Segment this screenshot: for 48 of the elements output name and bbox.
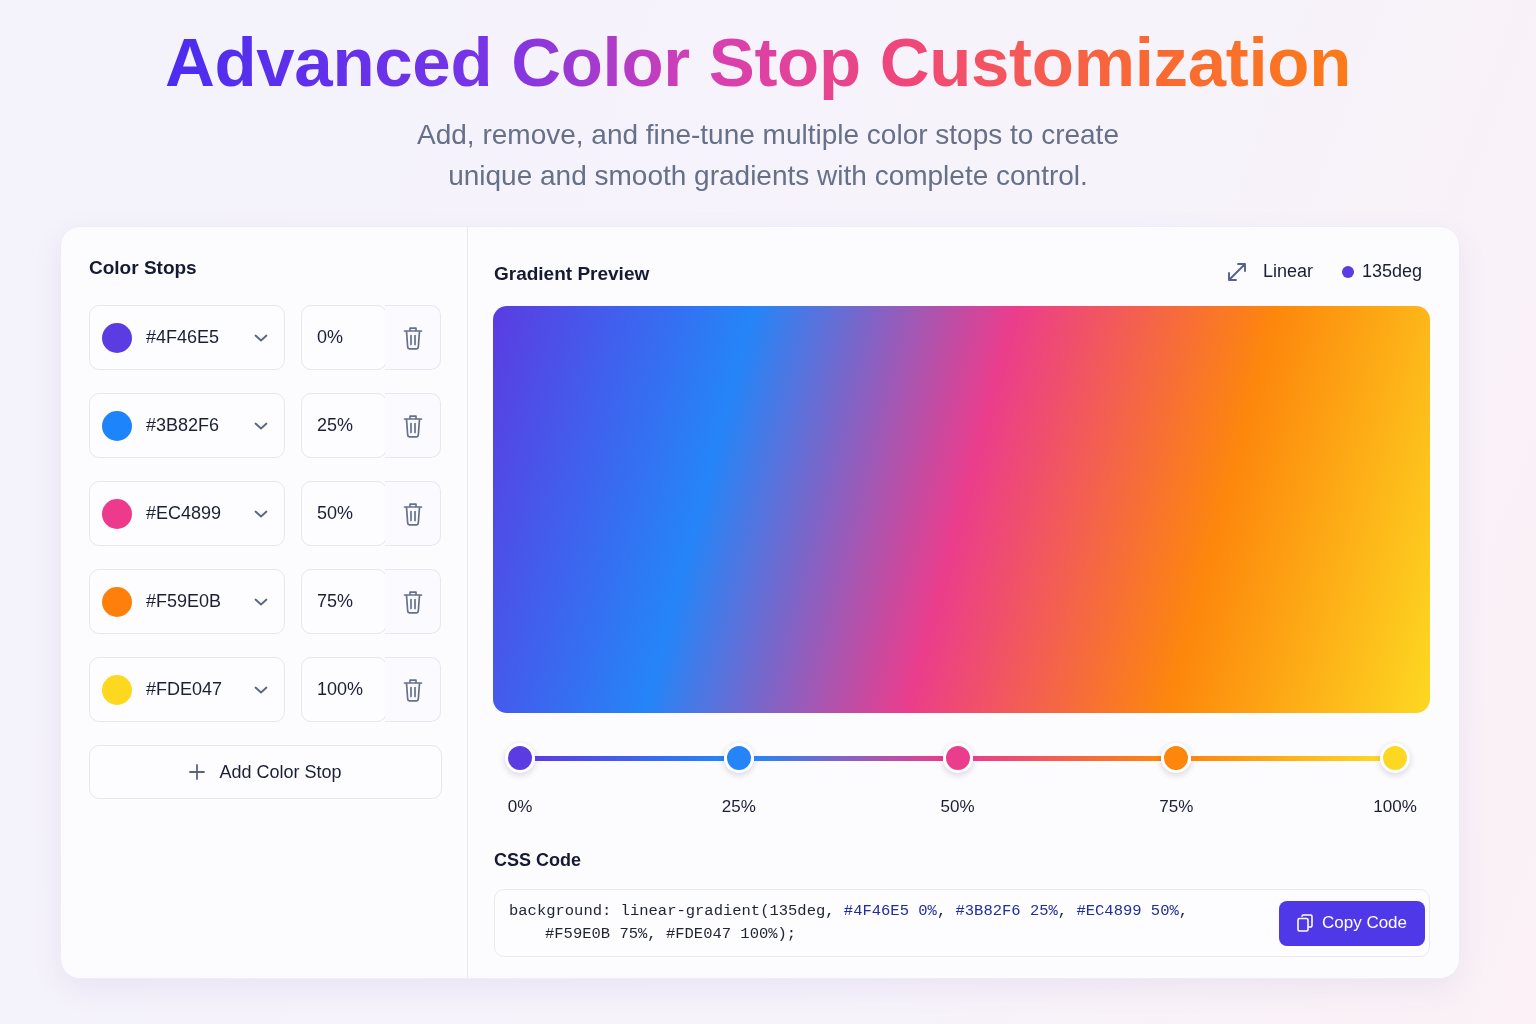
copy-code-button[interactable]: Copy Code [1279, 900, 1425, 946]
trash-icon [402, 589, 423, 614]
color-select[interactable]: #4F46E5 [89, 305, 285, 370]
trash-icon [402, 501, 423, 526]
angle-label: 135deg [1361, 260, 1422, 283]
stop-handle[interactable] [1161, 743, 1192, 773]
stop-handle[interactable] [1380, 743, 1410, 773]
section-heading: Gradient Preview [494, 262, 650, 286]
trash-icon [402, 325, 423, 350]
stop-handle[interactable] [942, 743, 973, 773]
plus-icon [189, 764, 206, 780]
delete-button[interactable] [385, 393, 441, 458]
diagonal-arrow-icon [1226, 261, 1247, 282]
color-select[interactable]: #EC4899 [89, 481, 285, 546]
position-input[interactable]: 0% [301, 305, 387, 370]
stop-position-label: 75% [1159, 797, 1194, 817]
position-input[interactable]: 25% [301, 393, 387, 458]
section-heading: Color Stops [89, 256, 198, 280]
trash-icon [402, 677, 423, 702]
delete-button[interactable] [385, 657, 441, 722]
add-stop-button[interactable]: Add Color Stop [89, 745, 442, 799]
color-select[interactable]: #3B82F6 [89, 393, 285, 458]
dot-icon [1341, 265, 1354, 278]
chevron-down-icon [254, 333, 268, 342]
copy-icon [1296, 914, 1313, 932]
chevron-down-icon [254, 685, 268, 694]
color-select[interactable]: #FDE047 [89, 657, 285, 722]
css-code: background: linear-gradient(135deg, #4F46E5 0%, #3B82F6 25%, #EC4899 50%, #F59E0B 75%, #FDE047 100%); [509, 901, 1189, 945]
position-input[interactable]: 75% [301, 569, 387, 634]
position-input[interactable]: 50% [301, 481, 387, 546]
stop-position-label: 100% [1373, 797, 1417, 817]
color-select[interactable]: #F59E0B [89, 569, 285, 634]
stop-handle[interactable] [723, 743, 754, 773]
section-heading: CSS Code [494, 849, 582, 871]
stop-position-label: 0% [507, 797, 533, 817]
chevron-down-icon [254, 597, 268, 606]
trash-icon [402, 413, 423, 438]
delete-button[interactable] [385, 305, 441, 370]
delete-button[interactable] [385, 481, 441, 546]
stop-position-label: 25% [721, 797, 756, 817]
delete-button[interactable] [385, 569, 441, 634]
stop-handle[interactable] [505, 743, 535, 773]
stop-position-label: 50% [940, 797, 975, 817]
chevron-down-icon [254, 421, 268, 430]
gradient-type-label: Linear [1262, 260, 1313, 283]
chevron-down-icon [254, 509, 268, 518]
page-subtitle: Add, remove, and fine-tune multiple color stops to create unique and smooth gradients with complete control. [416, 118, 1120, 193]
position-input[interactable]: 100% [301, 657, 387, 722]
